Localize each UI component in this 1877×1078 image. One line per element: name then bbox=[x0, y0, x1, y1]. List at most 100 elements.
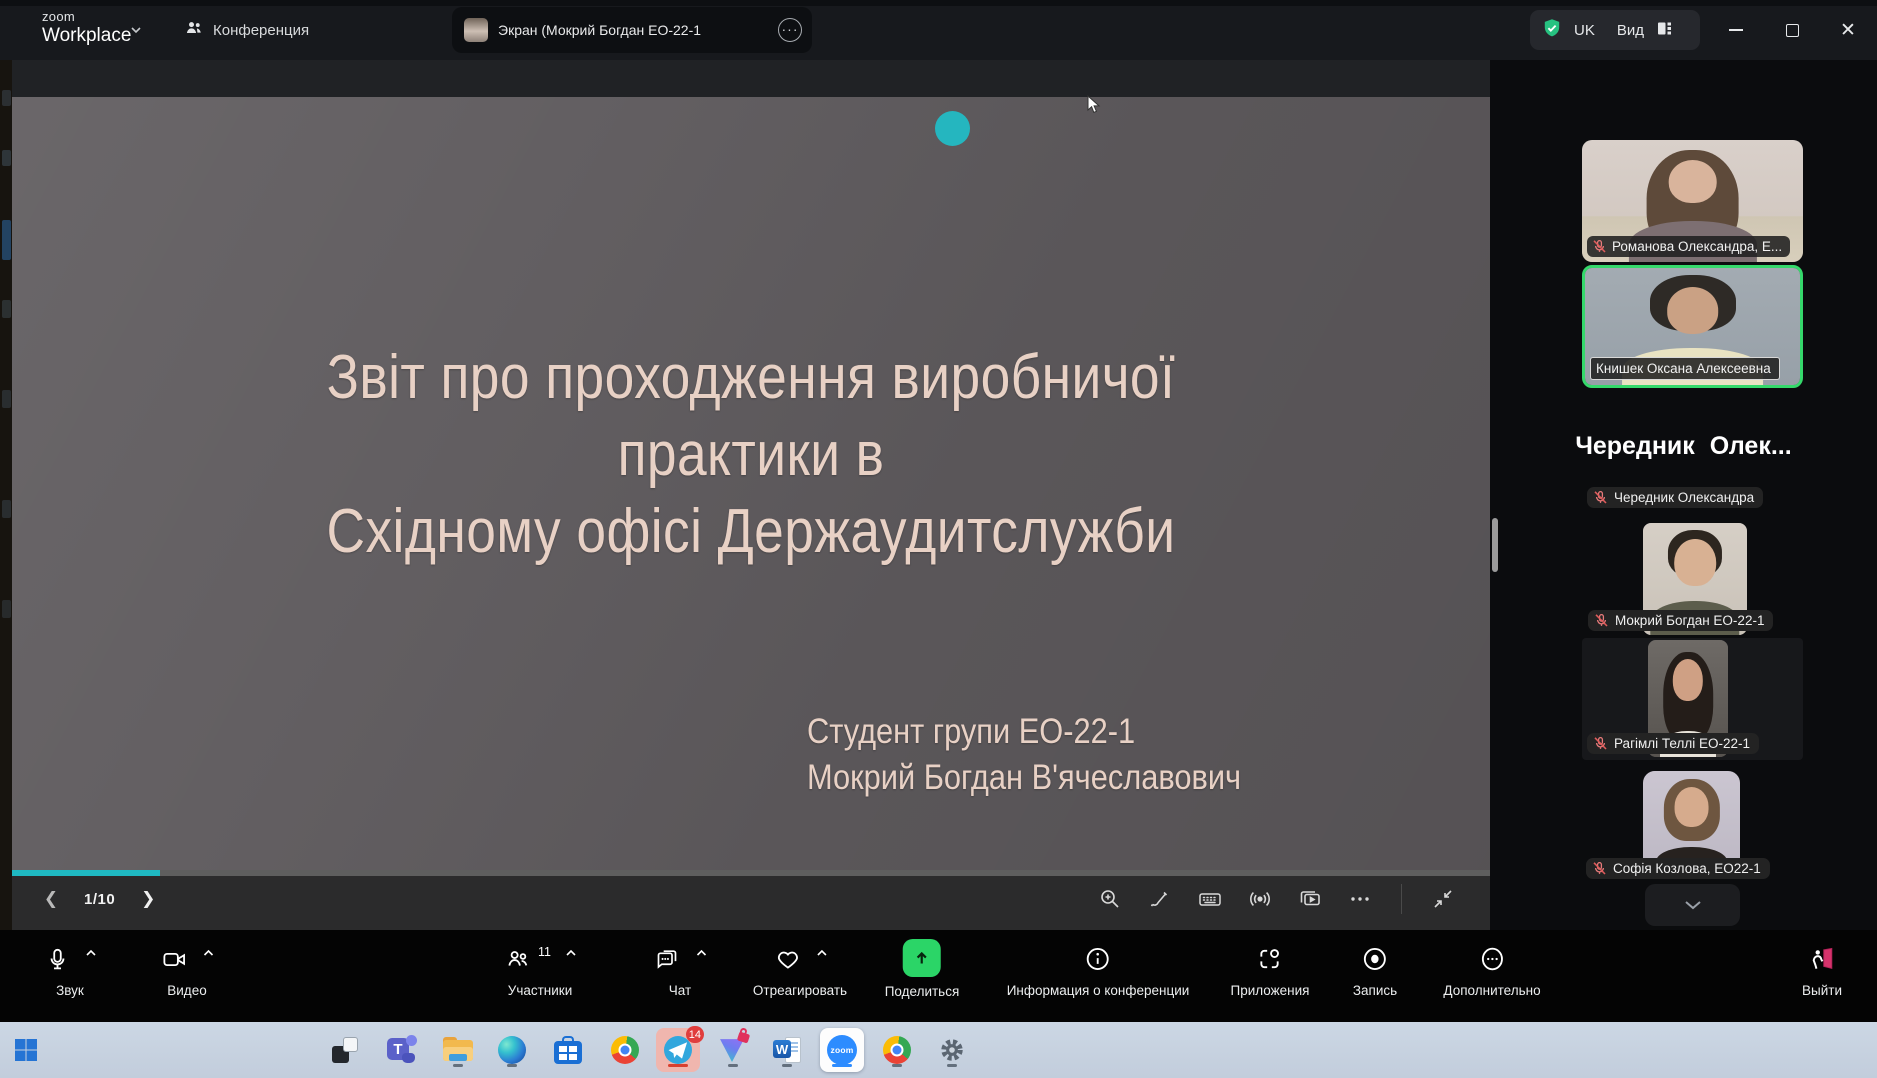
record-icon bbox=[1361, 945, 1389, 973]
start-button[interactable] bbox=[6, 1030, 46, 1070]
zoom-workplace-logo: zoom Workplace bbox=[42, 9, 131, 47]
react-options-chevron-icon[interactable] bbox=[815, 949, 826, 960]
people-icon bbox=[184, 18, 204, 42]
participants-button[interactable]: 11 Участники bbox=[504, 942, 576, 998]
share-label: Поделиться bbox=[885, 984, 960, 999]
meeting-info-button[interactable]: Информация о конференции bbox=[1007, 942, 1190, 998]
window-minimize-button[interactable] bbox=[1712, 0, 1760, 60]
shared-screen-top-strip bbox=[12, 60, 1490, 97]
audio-options-chevron-icon[interactable] bbox=[85, 949, 96, 960]
logo-zoom-text: zoom bbox=[42, 9, 131, 24]
windows-logo-icon bbox=[13, 1037, 39, 1063]
chrome-icon-2[interactable] bbox=[877, 1030, 917, 1070]
mic-muted-icon bbox=[1593, 490, 1608, 505]
window-maximize-button[interactable] bbox=[1768, 0, 1816, 60]
edge-icon[interactable] bbox=[492, 1030, 532, 1070]
chat-button[interactable]: Чат bbox=[654, 942, 707, 998]
video-options-chevron-icon[interactable] bbox=[203, 949, 214, 960]
tab-screen-share[interactable]: Экран (Мокрий Богдан ЕО-22-1 ··· bbox=[452, 7, 812, 53]
telegram-unread-badge: 14 bbox=[686, 1026, 704, 1043]
meeting-status-pill: UK Вид bbox=[1530, 10, 1700, 50]
react-label: Отреагировать bbox=[753, 983, 847, 998]
more-label: Дополнительно bbox=[1443, 983, 1540, 998]
prev-slide-button[interactable]: ❮ bbox=[38, 886, 64, 912]
meeting-info-label: Информация о конференции bbox=[1007, 983, 1190, 998]
chrome-icon[interactable] bbox=[605, 1030, 645, 1070]
apps-label: Приложения bbox=[1231, 983, 1310, 998]
view-layout-icon[interactable] bbox=[1656, 20, 1673, 41]
settings-gear-icon[interactable] bbox=[932, 1030, 972, 1070]
more-tools-icon[interactable] bbox=[1347, 886, 1373, 912]
tab-more-icon[interactable]: ··· bbox=[778, 18, 802, 42]
workspace-chevron-down-icon[interactable] bbox=[130, 24, 141, 35]
tab-screen-label: Экран (Мокрий Богдан ЕО-22-1 bbox=[498, 22, 701, 38]
zoom-in-icon[interactable] bbox=[1097, 886, 1123, 912]
audio-label: Звук bbox=[56, 983, 84, 998]
participant-pill-rahimli: Рагімлі Теллі ЕО-22-1 bbox=[1587, 733, 1759, 754]
apps-button[interactable]: Приложения bbox=[1231, 942, 1310, 998]
chat-options-chevron-icon[interactable] bbox=[696, 949, 707, 960]
participants-panel: Романова Олександра, Е... Книшек Оксана … bbox=[1490, 60, 1877, 930]
participant-pill-kozlova: Софія Козлова, ЕО22-1 bbox=[1586, 858, 1770, 879]
presenter-avatar bbox=[464, 18, 488, 42]
word-icon[interactable]: W bbox=[767, 1030, 807, 1070]
video-button[interactable]: Видео bbox=[161, 942, 214, 998]
mic-muted-icon bbox=[1592, 239, 1607, 254]
video-tile-kozlova[interactable] bbox=[1643, 771, 1740, 871]
participants-count-badge: 11 bbox=[538, 945, 551, 959]
share-up-arrow-icon bbox=[903, 939, 941, 977]
react-button[interactable]: Отреагировать bbox=[753, 942, 847, 998]
participant-label-active: Книшек Оксана Алексеевна bbox=[1590, 357, 1780, 380]
video-tile-romanova[interactable]: Романова Олександра, Е... bbox=[1582, 140, 1803, 262]
task-view-button[interactable] bbox=[325, 1030, 365, 1070]
keyboard-icon[interactable] bbox=[1197, 886, 1223, 912]
slide-title-line1: Звіт про проходження виробничої bbox=[115, 339, 1386, 416]
shared-screen-edge-strip bbox=[0, 60, 12, 930]
participant-pill-cherednyk: Чередник Олександра bbox=[1587, 487, 1763, 508]
ms-store-icon[interactable] bbox=[548, 1030, 588, 1070]
view-button-label[interactable]: Вид bbox=[1617, 22, 1644, 39]
panel-resize-handle[interactable] bbox=[1492, 518, 1498, 572]
info-icon bbox=[1084, 945, 1112, 973]
record-label: Запись bbox=[1353, 983, 1397, 998]
slides-pip-icon[interactable] bbox=[1297, 886, 1323, 912]
teams-icon[interactable]: T bbox=[382, 1030, 422, 1070]
slide-subtitle-line1: Студент групи ЕО-22-1 bbox=[807, 709, 1241, 755]
mic-muted-icon bbox=[1593, 736, 1608, 751]
participants-options-chevron-icon[interactable] bbox=[565, 949, 576, 960]
slide-progress-track[interactable] bbox=[12, 870, 1490, 876]
video-tile-knyshek-active[interactable]: Книшек Оксана Алексеевна bbox=[1582, 265, 1803, 388]
slide-title: Звіт про проходження виробничої практики… bbox=[115, 339, 1386, 570]
participant-pill-mokryi: Мокрий Богдан ЕО-22-1 bbox=[1588, 610, 1773, 631]
triangle-app-icon[interactable] bbox=[713, 1030, 753, 1070]
more-button[interactable]: Дополнительно bbox=[1443, 942, 1540, 998]
participant-name-no-video: Чередник Олек... bbox=[1490, 432, 1877, 461]
panel-scroll-down-button[interactable] bbox=[1645, 884, 1740, 926]
participants-icon bbox=[504, 946, 532, 973]
zoom-app-icon[interactable]: zoom bbox=[822, 1030, 862, 1070]
shield-check-icon[interactable] bbox=[1542, 18, 1562, 43]
tab-conference[interactable]: Конференция bbox=[184, 0, 309, 60]
leave-label: Выйти bbox=[1802, 983, 1842, 998]
meeting-lang-badge: UK bbox=[1574, 22, 1595, 39]
mic-icon bbox=[44, 946, 71, 973]
mouse-cursor bbox=[1087, 95, 1101, 115]
apps-icon bbox=[1256, 945, 1284, 973]
annotation-dot bbox=[935, 111, 970, 146]
file-explorer-icon[interactable] bbox=[438, 1030, 478, 1070]
leave-button[interactable]: Выйти bbox=[1802, 942, 1842, 998]
next-slide-button[interactable]: ❯ bbox=[135, 886, 161, 912]
audio-button[interactable]: Звук bbox=[44, 942, 96, 998]
exit-fullscreen-icon[interactable] bbox=[1430, 886, 1456, 912]
broadcast-icon[interactable] bbox=[1247, 886, 1273, 912]
telegram-icon[interactable]: 14 bbox=[658, 1030, 698, 1070]
window-close-button[interactable]: ✕ bbox=[1824, 0, 1872, 60]
slide-title-line3: Східному офісі Держаудитслужби bbox=[115, 493, 1386, 570]
slide-subtitle: Студент групи ЕО-22-1 Мокрий Богдан В'яч… bbox=[807, 709, 1241, 801]
slide-subtitle-line2: Мокрий Богдан В'ячеславович bbox=[807, 755, 1241, 801]
more-ellipsis-icon bbox=[1478, 945, 1506, 973]
annotate-pen-icon[interactable] bbox=[1147, 886, 1173, 912]
record-button[interactable]: Запись bbox=[1353, 942, 1397, 998]
logo-workplace-text: Workplace bbox=[42, 25, 131, 47]
share-screen-button[interactable]: Поделиться bbox=[885, 942, 960, 999]
